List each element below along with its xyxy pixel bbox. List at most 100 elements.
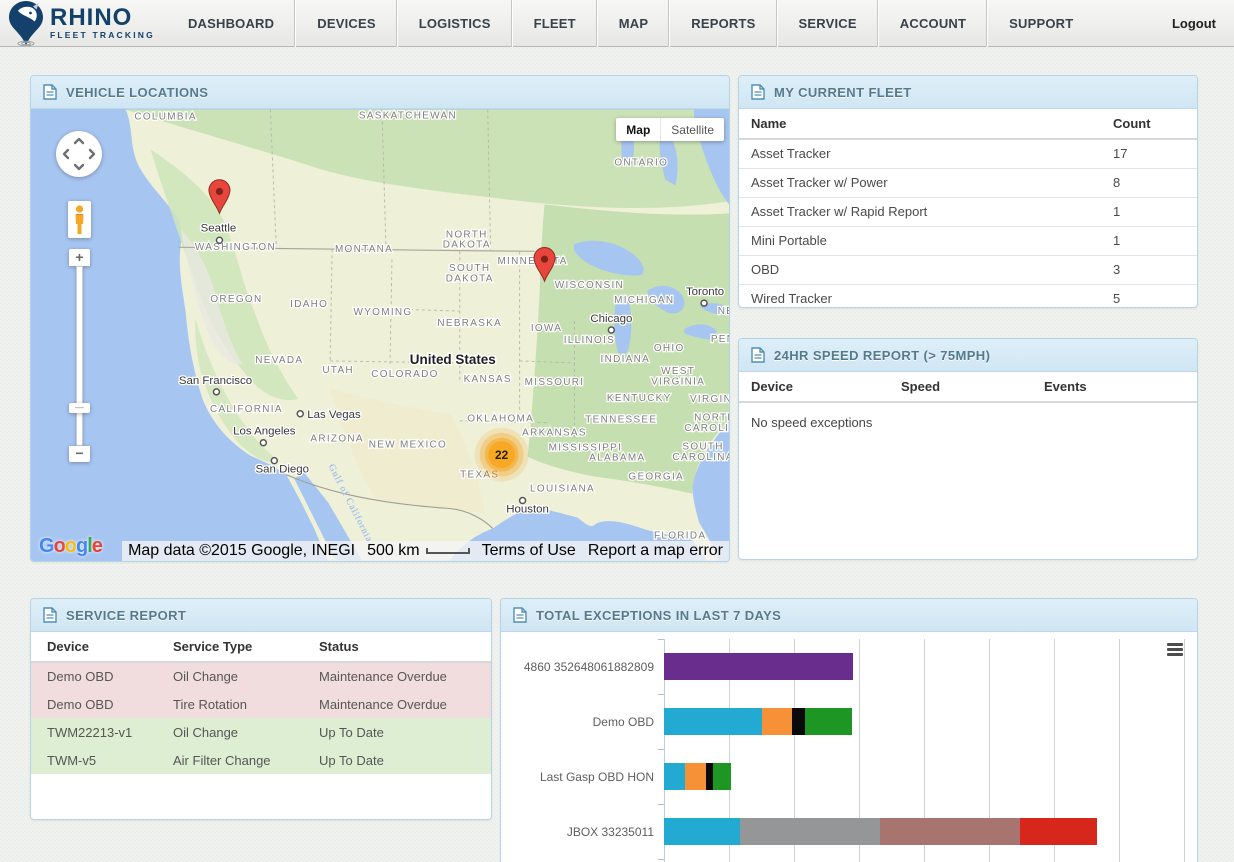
minus-icon: − [75,445,83,461]
street-view-pegman[interactable] [68,201,91,238]
chart-export-menu-icon[interactable] [1167,643,1183,658]
column-header: Device [739,372,889,402]
column-header: Status [303,632,491,662]
zoom-in-button[interactable]: + [69,249,90,266]
panel-title: SERVICE REPORT [66,608,186,623]
scale-label: 500 km [367,542,419,560]
column-header: Count [1101,109,1197,139]
chart-category-label: Last Gasp OBD HON [501,749,654,804]
map-region-label: COLUMBIA [134,112,196,123]
map-region-label: UTAH [322,365,354,376]
chart-category-label: Demo OBD [501,694,654,749]
column-header: Service Type [157,632,303,662]
zoom-slider-handle[interactable]: — [69,403,90,413]
map-city-label: San Francisco [179,375,252,387]
document-icon [751,347,765,363]
map-region-label: SASKATCHEWAN [359,111,457,122]
google-logo[interactable]: Google [39,535,102,558]
map-region-label: GEORGIA [628,472,684,483]
panel-header: SERVICE REPORT [31,599,491,632]
map-country-label: United States [410,352,496,367]
panel-title: 24HR SPEED REPORT (> 75MPH) [774,348,990,363]
report-map-error-link[interactable]: Report a map error [582,541,729,561]
map-region-label: ARIZONA [310,434,363,445]
fleet-row: Mini Portable1 [739,226,1197,255]
nav-item-support[interactable]: SUPPORT [987,0,1094,47]
map-region-label: NEBRASKA [437,318,502,329]
chart-bar-segment[interactable] [664,653,853,680]
nav-item-map[interactable]: MAP [597,0,670,47]
panel-header: VEHICLE LOCATIONS [31,76,729,109]
panel-header: 24HR SPEED REPORT (> 75MPH) [739,339,1197,372]
map-region-label: NEVADA [255,355,303,366]
map-region-label: INDIANA [601,354,651,365]
chart-row: Last Gasp OBD HON [501,749,1197,804]
map-scale-control: 500 km [361,541,475,561]
chart-bar-segment[interactable] [706,763,713,790]
map-canvas: COLUMBIASASKATCHEWANONTARIOWASHINGTONMON… [31,109,729,561]
nav-item-account[interactable]: ACCOUNT [878,0,987,47]
map-region-label: IOWA [531,323,562,334]
brand-logo[interactable]: RHINO FLEET TRACKING [8,0,155,47]
service-row: TWM22213-v1Oil ChangeUp To Date [31,718,491,746]
map-region-label: TENNESSEE [585,415,657,426]
fleet-row: Asset Tracker w/ Power8 [739,168,1197,197]
chart-bar-segment[interactable] [792,708,805,735]
map-region-label: FLORIDA [654,530,706,541]
chart-bar-segment[interactable] [664,818,740,845]
map-region-label: OHIO [654,343,685,354]
map-type-satellite-button[interactable]: Satellite [661,118,724,141]
nav-item-devices[interactable]: DEVICES [295,0,396,47]
nav-item-dashboard[interactable]: DASHBOARD [167,0,295,47]
chart-category-label: JBOX 33235011 [501,804,654,859]
cluster-marker[interactable]: 22 [475,428,529,482]
logout-button[interactable]: Logout [1172,0,1216,47]
nav-item-fleet[interactable]: FLEET [512,0,597,47]
fleet-row: Wired Tracker5 [739,284,1197,308]
map-region-label: LOUISIANA [530,484,595,495]
terms-of-use-link[interactable]: Terms of Use [476,541,582,561]
nav-item-logistics[interactable]: LOGISTICS [397,0,512,47]
map-region-label: PEN [711,334,729,345]
chart-bar-segment[interactable] [805,708,852,735]
city-dot [216,237,222,243]
map-data-attribution: Map data ©2015 Google, INEGI [122,541,361,561]
document-icon [513,607,527,623]
map-region-label: IDAHO [290,299,328,310]
map-city-label: Houston [506,503,549,515]
google-map[interactable]: COLUMBIASASKATCHEWANONTARIOWASHINGTONMON… [31,109,729,561]
map-region-label: MINNESOTA [497,256,567,267]
top-navbar: RHINO FLEET TRACKING DASHBOARDDEVICESLOG… [0,0,1234,47]
column-header: Device [31,632,157,662]
panel-title: MY CURRENT FLEET [774,85,912,100]
document-icon [751,84,765,100]
chart-row: 4860 352648061882809 [501,639,1197,694]
chart-bar-segment[interactable] [664,708,762,735]
chart-bar-segment[interactable] [1020,818,1097,845]
chart-bar-segment[interactable] [685,763,706,790]
map-pan-control[interactable] [56,131,102,177]
nav-item-service[interactable]: SERVICE [777,0,878,47]
map-city-label: Las Vegas [307,409,361,421]
speed-table: DeviceSpeedEvents [739,372,1197,403]
map-city-label: Seattle [201,222,237,234]
city-dot [260,440,266,446]
zoom-out-button[interactable]: − [69,446,90,462]
pan-arrows-icon [56,131,102,177]
map-region-label: WYOMING [354,307,413,318]
panel-header: TOTAL EXCEPTIONS IN LAST 7 DAYS [501,599,1197,632]
chart-category-label: 4860 352648061882809 [501,639,654,694]
map-type-map-button[interactable]: Map [616,118,661,141]
zoom-slider-track[interactable] [76,266,83,446]
chart-bar-segment[interactable] [880,818,1020,845]
chart-bar-segment[interactable] [762,708,792,735]
map-region-label: SOUTHDAKOTA [446,263,494,284]
brand-tagline: FLEET TRACKING [50,31,155,40]
chart-bar-segment[interactable] [713,763,731,790]
chart-bar-segment[interactable] [664,763,685,790]
nav-item-reports[interactable]: REPORTS [669,0,776,47]
speed-report-panel: 24HR SPEED REPORT (> 75MPH) DeviceSpeedE… [738,338,1198,560]
chart-bar-segment[interactable] [740,818,880,845]
stacked-bar [664,708,852,735]
chart-rows: 4860 352648061882809Demo OBDLast Gasp OB… [501,639,1197,859]
